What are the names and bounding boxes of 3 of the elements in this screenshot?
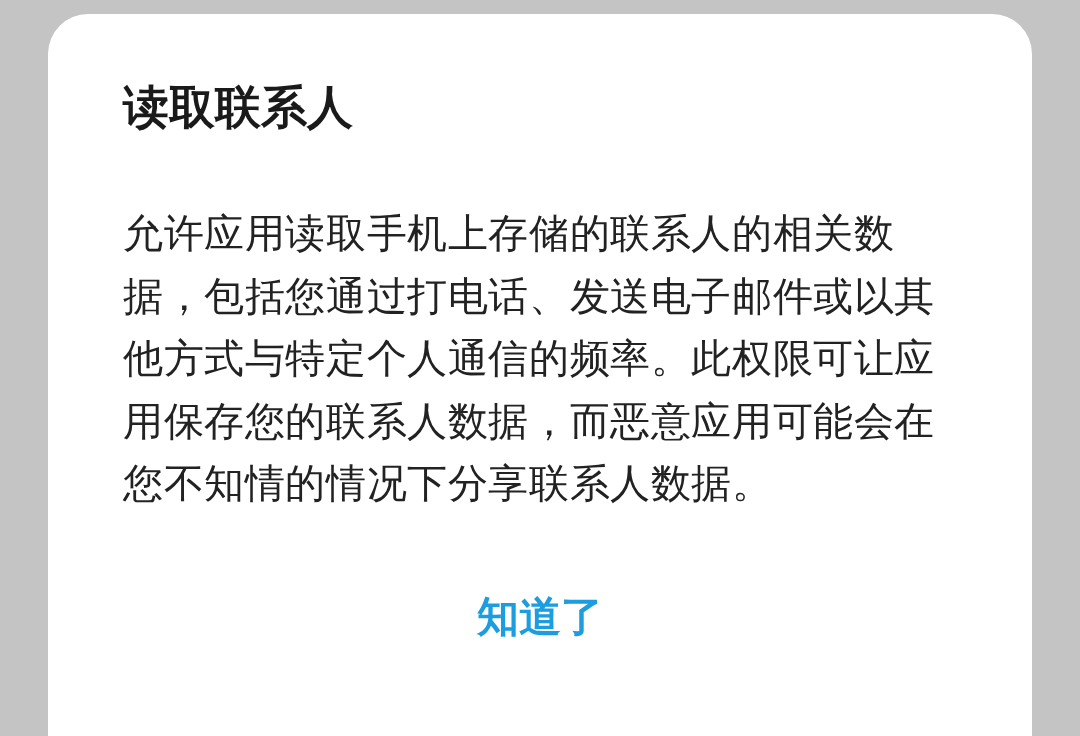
dialog-title: 读取联系人 bbox=[123, 84, 354, 130]
acknowledge-button[interactable]: 知道了 bbox=[467, 584, 613, 649]
dialog-message: 允许应用读取手机上存储的联系人的相关数据，包括您通过打电话、发送电子邮件或以其他方式与特定个人通信的频率。此权限可让应用保存您的联系人数据，而恶意应用可能会在您不知情的情况下分享联系人数据。 bbox=[123, 209, 936, 508]
